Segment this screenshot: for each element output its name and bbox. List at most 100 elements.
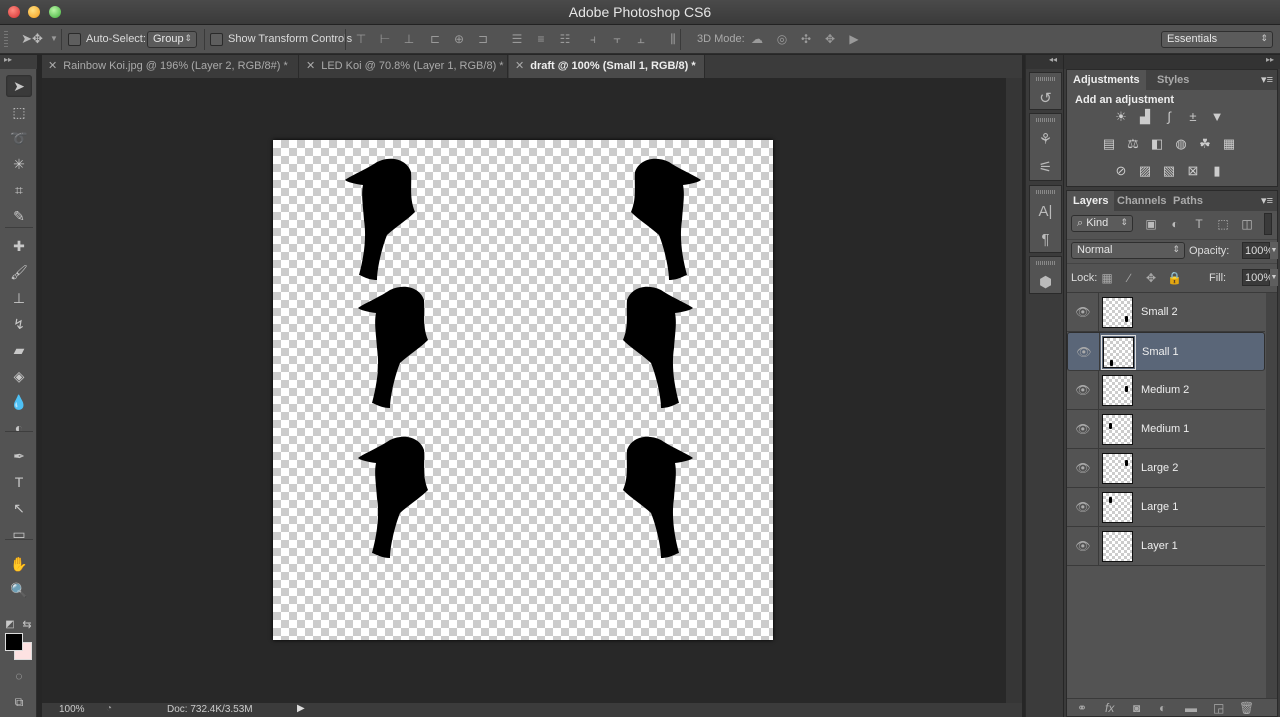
auto-select-mode-select[interactable]: Group ⇕: [147, 31, 197, 48]
new-group-icon[interactable]: ▬: [1185, 701, 1197, 715]
canvas-vertical-scrollbar[interactable]: [1006, 78, 1022, 703]
layer-row[interactable]: 👁 Large 2: [1067, 449, 1265, 488]
history-panel-icon[interactable]: ↺: [1030, 85, 1061, 113]
lock-all-icon[interactable]: 🔒: [1167, 271, 1182, 285]
close-tab-icon[interactable]: ✕: [48, 60, 57, 72]
distribute-top-icon[interactable]: ☰: [510, 32, 524, 46]
vibrance-icon[interactable]: ▼: [1209, 110, 1225, 124]
threshold-icon[interactable]: ▧: [1161, 164, 1177, 178]
eyedropper-tool[interactable]: ✎: [6, 205, 32, 227]
layer-name[interactable]: Medium 2: [1141, 384, 1189, 396]
slide-3d-icon[interactable]: ✥: [823, 32, 837, 46]
layer-name[interactable]: Large 1: [1141, 501, 1178, 513]
black-white-icon[interactable]: ◧: [1149, 137, 1165, 151]
foreground-color-swatch[interactable]: [5, 633, 23, 651]
add-mask-icon[interactable]: ◙: [1133, 701, 1140, 715]
layer-row[interactable]: 👁 Large 1: [1067, 488, 1265, 527]
layer-name[interactable]: Large 2: [1141, 462, 1178, 474]
color-lookup-icon[interactable]: ▦: [1221, 137, 1237, 151]
channel-mixer-icon[interactable]: ☘: [1197, 137, 1213, 151]
tab-adjustments[interactable]: Adjustments: [1067, 70, 1146, 90]
hand-tool[interactable]: ✋: [6, 553, 32, 575]
magic-wand-tool[interactable]: ✳: [6, 153, 32, 175]
brush-presets-icon[interactable]: ⚘: [1030, 126, 1061, 154]
marquee-tool[interactable]: ⬚: [6, 101, 32, 123]
gradient-map-icon[interactable]: ▮: [1209, 164, 1225, 178]
brush-panel-icon[interactable]: ⚟: [1030, 154, 1061, 182]
layer-row[interactable]: 👁 Small 1: [1067, 332, 1265, 372]
visibility-eye-icon[interactable]: 👁: [1075, 305, 1091, 319]
auto-align-icon[interactable]: ⫼: [666, 32, 680, 46]
options-bar-grip[interactable]: [4, 31, 8, 49]
zoom-level[interactable]: 100%: [59, 704, 85, 715]
history-brush-tool[interactable]: ↯: [6, 313, 32, 335]
close-tab-icon[interactable]: ✕: [515, 60, 524, 72]
layer-name[interactable]: Small 1: [1142, 346, 1179, 358]
filter-pixel-icon[interactable]: ▣: [1144, 217, 1158, 231]
lock-transparent-icon[interactable]: ▦: [1100, 271, 1114, 285]
crop-tool[interactable]: ⌗: [6, 179, 32, 201]
levels-icon[interactable]: ▟: [1137, 110, 1153, 124]
scale-3d-icon[interactable]: ▶: [847, 32, 861, 46]
screen-mode-icon[interactable]: ⧉: [6, 691, 32, 713]
collapse-panels-icon[interactable]: ▸▸: [1064, 55, 1280, 69]
auto-select-checkbox[interactable]: [68, 33, 81, 46]
rectangle-tool[interactable]: ▭: [6, 523, 32, 545]
filter-adjustment-icon[interactable]: ◐: [1168, 217, 1182, 231]
new-layer-icon[interactable]: ◲: [1213, 701, 1224, 715]
distribute-bottom-icon[interactable]: ☷: [558, 32, 572, 46]
distribute-vcenter-icon[interactable]: ≡: [534, 32, 548, 46]
pen-tool[interactable]: ✒: [6, 445, 32, 467]
align-right-edges-icon[interactable]: ⊐: [476, 32, 490, 46]
visibility-eye-icon[interactable]: 👁: [1075, 539, 1091, 553]
filter-toggle[interactable]: [1264, 213, 1272, 235]
color-balance-icon[interactable]: ⚖: [1125, 137, 1141, 151]
layer-filter-kind-select[interactable]: ⌕ Kind ⇕: [1071, 215, 1133, 232]
filter-shape-icon[interactable]: ⬚: [1216, 217, 1230, 231]
align-top-edges-icon[interactable]: ⊤: [354, 32, 368, 46]
lock-image-icon[interactable]: ∕: [1122, 271, 1136, 285]
tab-styles[interactable]: Styles: [1151, 70, 1195, 90]
layer-style-fx-icon[interactable]: fx: [1105, 701, 1114, 715]
align-vertical-centers-icon[interactable]: ⊢: [378, 32, 392, 46]
distribute-left-icon[interactable]: ⫞: [586, 32, 600, 46]
panel-menu-icon[interactable]: ▾≡: [1261, 73, 1273, 86]
rotate-3d-icon[interactable]: ☁: [750, 32, 764, 46]
delete-layer-icon[interactable]: 🗑: [1239, 701, 1254, 715]
roll-3d-icon[interactable]: ◎: [775, 32, 789, 46]
filter-smart-object-icon[interactable]: ◫: [1240, 217, 1254, 231]
close-tab-icon[interactable]: ✕: [306, 60, 315, 72]
doc-tab-active[interactable]: ✕ draft @ 100% (Small 1, RGB/8) *: [509, 55, 705, 78]
drag-3d-icon[interactable]: ✣: [799, 32, 813, 46]
move-tool[interactable]: ➤: [6, 75, 32, 97]
posterize-icon[interactable]: ▨: [1137, 164, 1153, 178]
visibility-eye-icon[interactable]: 👁: [1075, 461, 1091, 475]
photo-filter-icon[interactable]: ◍: [1173, 137, 1189, 151]
fill-dropdown-icon[interactable]: ▼: [1270, 269, 1278, 286]
layer-thumbnail[interactable]: [1102, 414, 1133, 445]
exposure-icon[interactable]: ±: [1185, 110, 1201, 124]
3d-panel-icon[interactable]: ⬢: [1030, 269, 1061, 297]
brightness-contrast-icon[interactable]: ☀: [1113, 110, 1129, 124]
layers-scrollbar[interactable]: [1266, 293, 1277, 703]
selective-color-icon[interactable]: ⊠: [1185, 164, 1201, 178]
link-layers-icon[interactable]: ⚭: [1077, 701, 1087, 715]
blend-mode-select[interactable]: Normal ⇕: [1071, 242, 1185, 259]
doc-tab[interactable]: ✕ LED Koi @ 70.8% (Layer 1, RGB/8) *: [300, 55, 508, 78]
lasso-tool[interactable]: ➰: [6, 127, 32, 149]
zoom-tool[interactable]: 🔍: [6, 579, 32, 601]
layer-name[interactable]: Medium 1: [1141, 423, 1189, 435]
layer-thumbnail[interactable]: [1102, 531, 1133, 562]
opacity-input[interactable]: 100%: [1242, 242, 1273, 259]
new-adjustment-layer-icon[interactable]: ◐: [1159, 701, 1166, 715]
align-horizontal-centers-icon[interactable]: ⊕: [452, 32, 466, 46]
layer-name[interactable]: Small 2: [1141, 306, 1178, 318]
visibility-eye-icon[interactable]: 👁: [1075, 422, 1091, 436]
status-proof-icon[interactable]: ◔: [106, 703, 112, 714]
hue-saturation-icon[interactable]: ▤: [1101, 137, 1117, 151]
tab-channels[interactable]: Channels: [1111, 191, 1173, 211]
layer-thumbnail[interactable]: [1102, 492, 1133, 523]
layer-row[interactable]: 👁 Layer 1: [1067, 527, 1265, 566]
tab-paths[interactable]: Paths: [1167, 191, 1209, 211]
paragraph-panel-icon[interactable]: ¶: [1030, 226, 1061, 254]
